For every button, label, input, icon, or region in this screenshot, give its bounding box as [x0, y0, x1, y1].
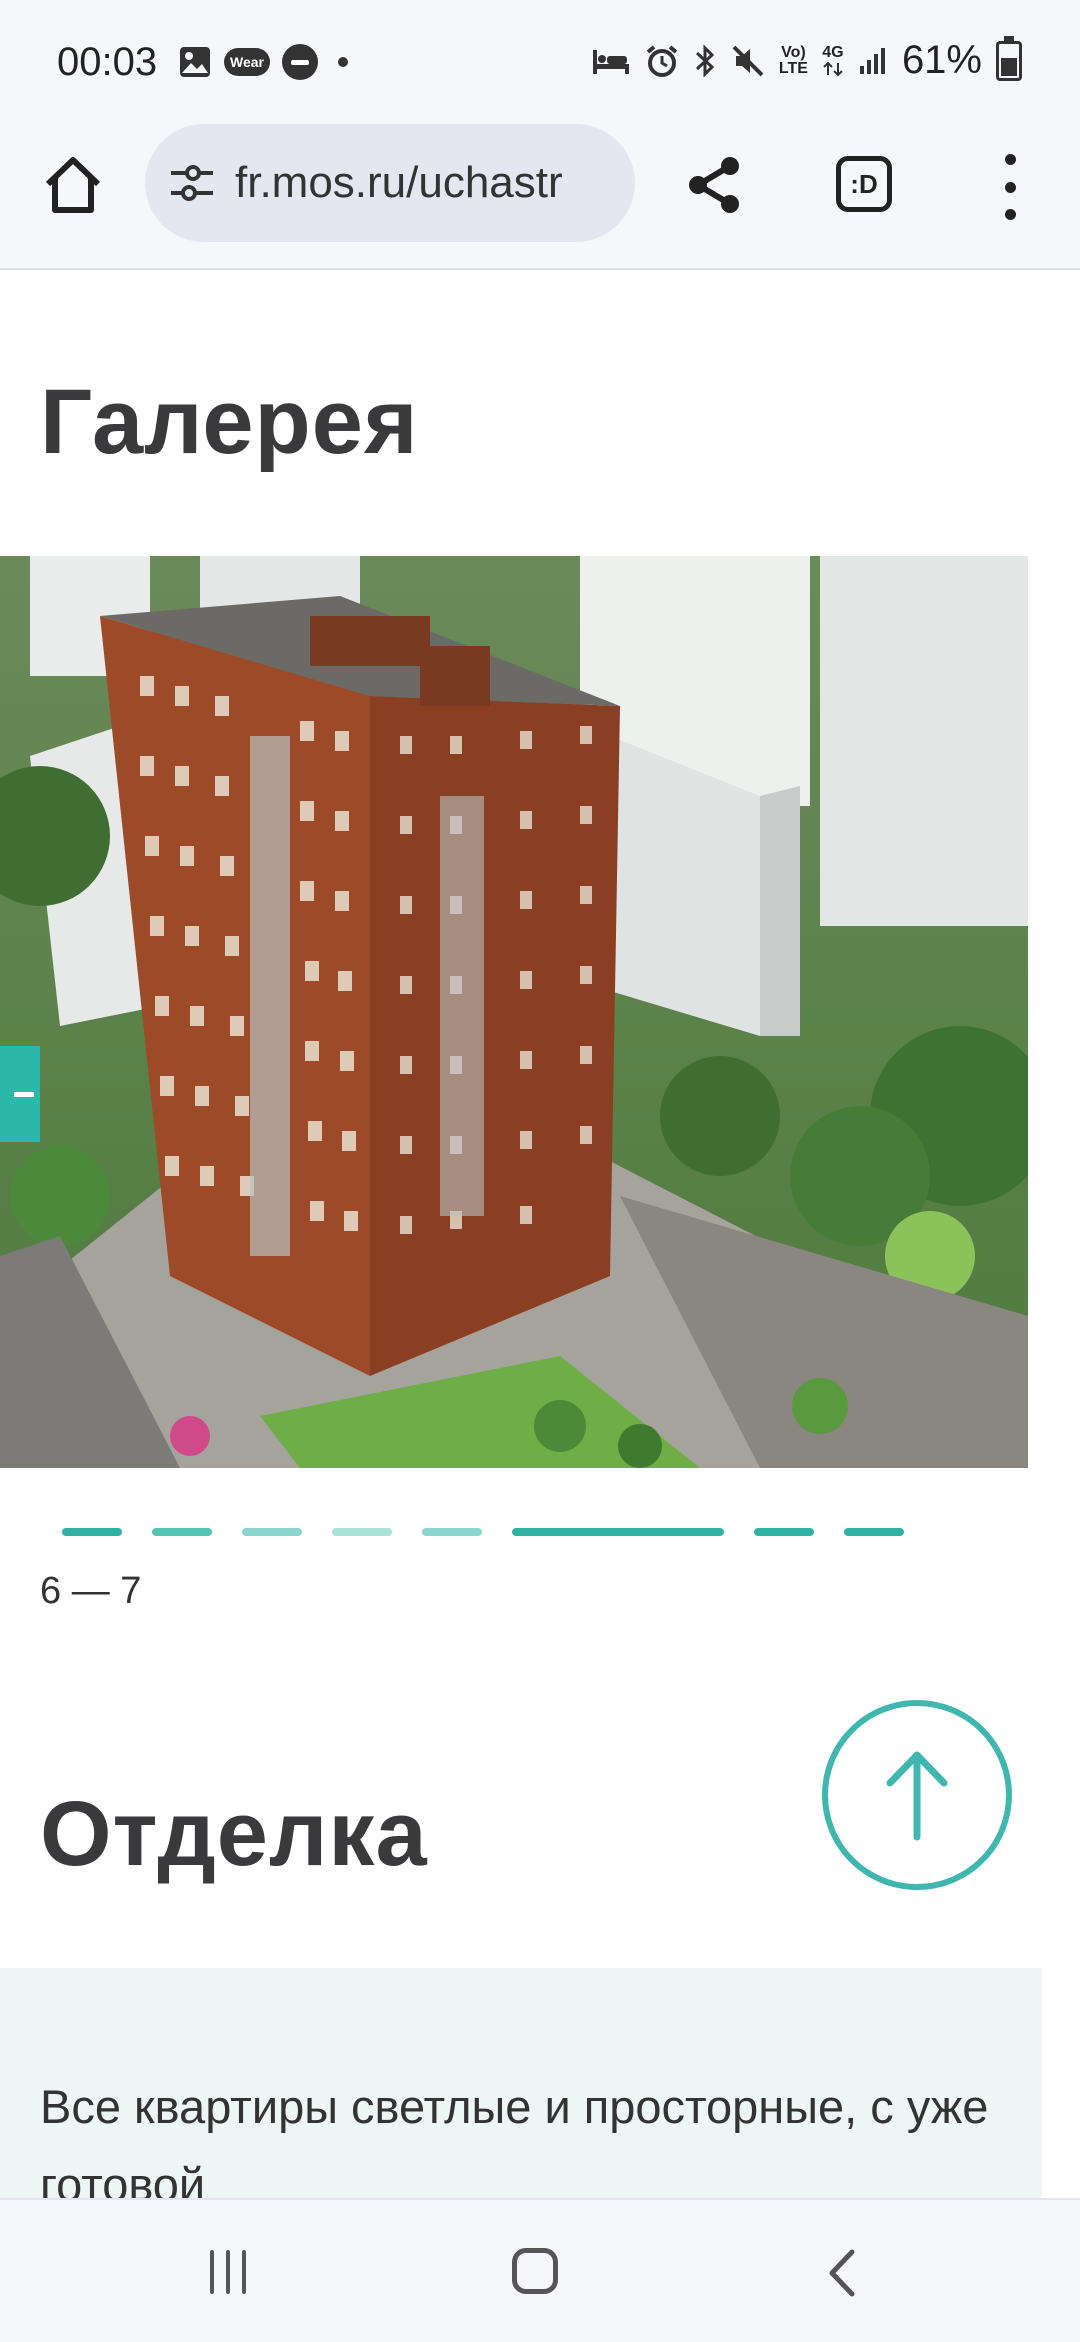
- page-indicator-active[interactable]: [512, 1528, 724, 1536]
- arrow-up-icon: [886, 1751, 948, 1841]
- recents-bar: [226, 2250, 230, 2294]
- address-bar[interactable]: fr.mos.ru/uchastr: [145, 124, 635, 242]
- url-text[interactable]: fr.mos.ru/uchastr: [235, 158, 605, 208]
- finish-heading: Отделка: [40, 1783, 428, 1885]
- finish-description: Все квартиры светлые и просторные, с уже…: [40, 2080, 989, 2198]
- page-indicator[interactable]: [754, 1528, 814, 1536]
- wear-icon: Wear: [224, 48, 270, 76]
- page-indicator[interactable]: [242, 1528, 302, 1536]
- bluetooth-icon: [693, 43, 717, 78]
- share-icon: [689, 157, 739, 213]
- battery-percent: 61%: [901, 38, 982, 82]
- share-button[interactable]: [680, 150, 750, 220]
- more-dot: [1004, 209, 1016, 220]
- scroll-to-top-button[interactable]: [822, 1700, 1012, 1890]
- gallery-counter: 6 — 7: [40, 1570, 142, 1612]
- data-4g-icon: 4G: [822, 44, 844, 77]
- system-navigation-bar: [0, 2198, 1080, 2342]
- more-dot: [1004, 154, 1016, 165]
- page-indicator[interactable]: [844, 1528, 904, 1536]
- browser-toolbar: fr.mos.ru/uchastr :D: [0, 120, 1080, 270]
- gallery-heading: Галерея: [40, 371, 419, 473]
- page-indicator[interactable]: [332, 1528, 392, 1536]
- extension-button[interactable]: :D: [836, 156, 892, 212]
- page-indicator[interactable]: [62, 1528, 122, 1536]
- prev-arrow-icon: [14, 1091, 34, 1097]
- recents-button[interactable]: [210, 2250, 246, 2294]
- recents-bar: [242, 2250, 246, 2294]
- signal-icon: [858, 46, 888, 76]
- gallery-photo[interactable]: [0, 556, 1028, 1468]
- do-not-disturb-icon: [281, 44, 318, 80]
- dot-icon: [337, 57, 348, 67]
- page-indicator[interactable]: [422, 1528, 482, 1536]
- back-button[interactable]: [818, 2248, 868, 2298]
- nav-home-button[interactable]: [512, 2248, 558, 2294]
- back-icon: [829, 2249, 855, 2297]
- status-bar: 00:03 Wear Vo) LTE 4G 61%: [0, 0, 1080, 120]
- status-notification-icons: Wear: [178, 44, 348, 80]
- alarm-icon: [645, 44, 679, 78]
- recents-bar: [210, 2250, 214, 2294]
- more-menu-button[interactable]: [990, 154, 1030, 220]
- gallery-prev-button[interactable]: [0, 1046, 40, 1142]
- page-indicator[interactable]: [152, 1528, 212, 1536]
- home-button[interactable]: [38, 150, 108, 220]
- finish-info-panel: Все квартиры светлые и просторные, с уже…: [0, 1968, 1042, 2198]
- sleep-mode-icon: [591, 46, 631, 76]
- site-settings-icon[interactable]: [167, 163, 217, 203]
- battery-icon: [996, 35, 1022, 81]
- mute-icon: [731, 44, 765, 78]
- status-system-icons: Vo) LTE 4G 61%: [591, 35, 1022, 83]
- image-icon: [178, 45, 212, 79]
- gallery-pagination: [62, 1528, 904, 1536]
- more-dot: [1004, 181, 1016, 193]
- home-icon: [45, 157, 101, 213]
- status-time: 00:03: [57, 40, 158, 84]
- volte-icon: Vo) LTE: [778, 43, 808, 77]
